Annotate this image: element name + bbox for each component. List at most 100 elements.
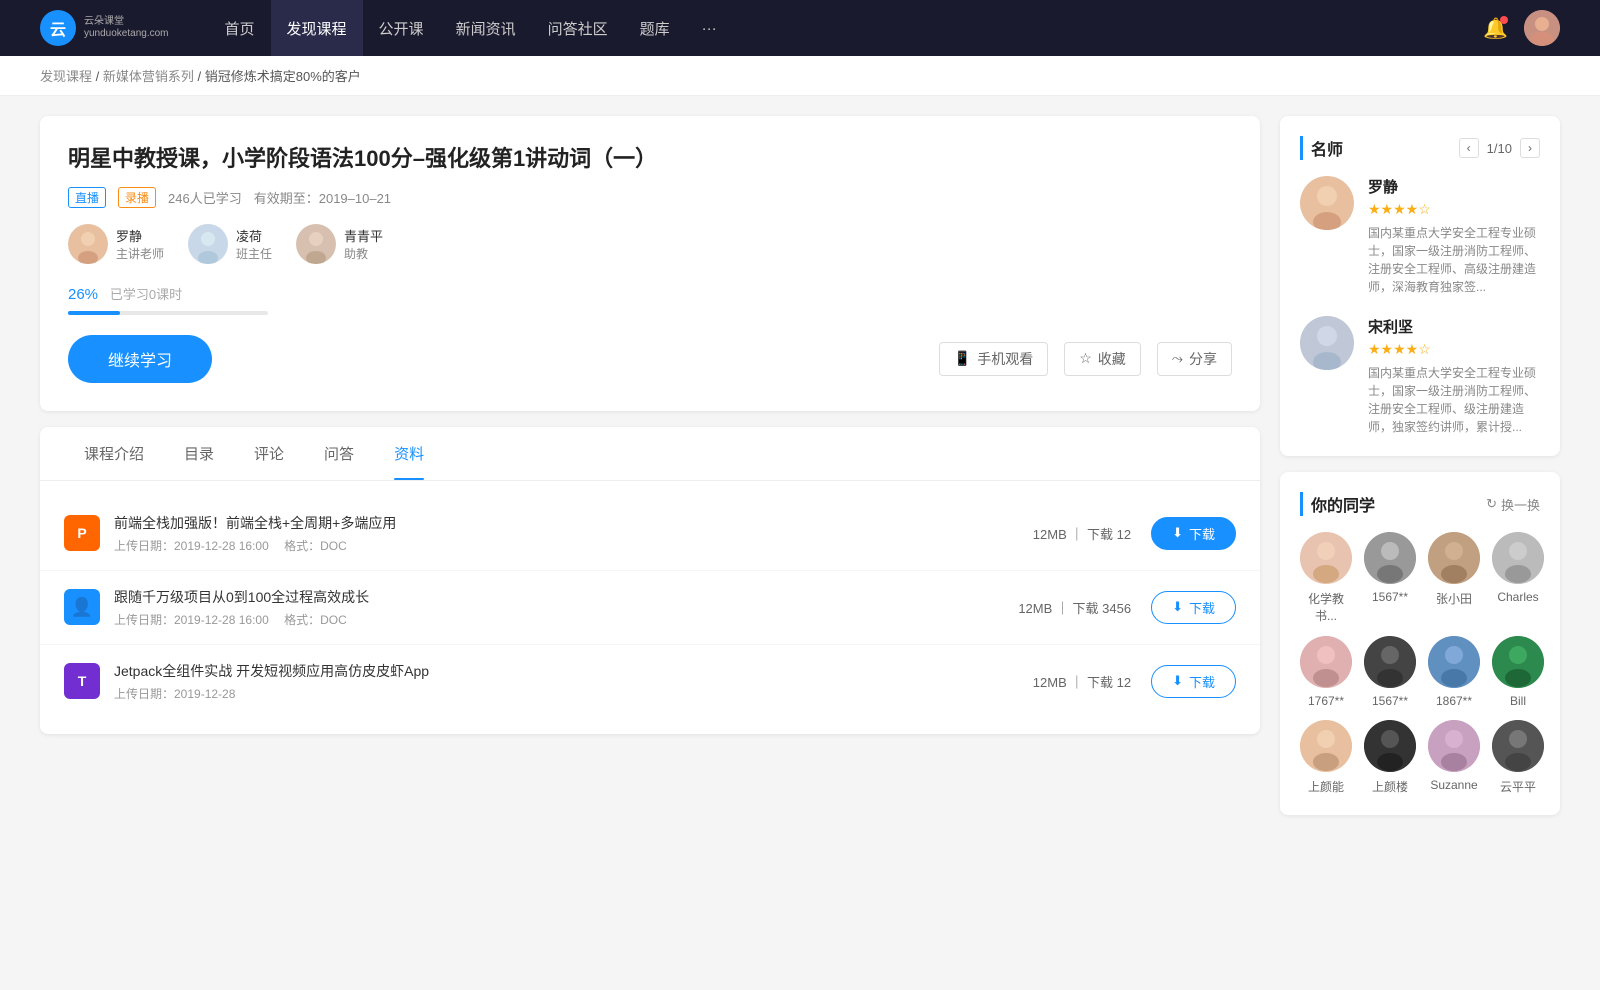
classmate-item[interactable]: 张小田 xyxy=(1428,532,1480,624)
classmate-item[interactable]: 化学教书... xyxy=(1300,532,1352,624)
nav-qa[interactable]: 问答社区 xyxy=(532,0,624,56)
classmates-title: 你的同学 xyxy=(1300,492,1375,516)
tag-live: 直播 xyxy=(68,187,106,208)
mobile-icon: 📱 xyxy=(954,350,971,367)
classmate-item[interactable]: 1567** xyxy=(1364,532,1416,624)
classmate-6-avatar xyxy=(1364,636,1416,688)
teachers-header: 名师 ‹ 1/10 › xyxy=(1300,136,1540,160)
teacher-2-desc: 国内某重点大学安全工程专业硕士，国家一级注册消防工程师、注册安全工程师、级注册建… xyxy=(1368,364,1540,436)
classmate-4-avatar xyxy=(1492,532,1544,584)
classmate-11-name: Suzanne xyxy=(1430,778,1477,792)
nav-more[interactable]: ··· xyxy=(686,0,733,56)
resource-3-icon: T xyxy=(64,663,100,699)
classmate-11-avatar xyxy=(1428,720,1480,772)
breadcrumb-current: 销冠修炼术搞定80%的客户 xyxy=(205,69,361,84)
tab-content-resources: P 前端全栈加强版！前端全栈+全周期+多端应用 上传日期：2019-12-28 … xyxy=(40,481,1260,734)
resource-1-download-btn[interactable]: ⬇ 下载 xyxy=(1151,517,1236,550)
resource-2-meta: 上传日期：2019-12-28 16:00 格式：DOC xyxy=(114,611,1018,628)
instructor-3-name: 青青平 xyxy=(344,226,383,245)
classmate-7-avatar xyxy=(1428,636,1480,688)
nav-news[interactable]: 新闻资讯 xyxy=(440,0,532,56)
download-icon: ⬇ xyxy=(1172,599,1183,615)
tab-resources[interactable]: 资料 xyxy=(374,427,444,480)
classmate-1-avatar xyxy=(1300,532,1352,584)
classmate-item[interactable]: 1867** xyxy=(1428,636,1480,708)
breadcrumb-series[interactable]: 新媒体营销系列 xyxy=(103,69,194,84)
breadcrumb-discover[interactable]: 发现课程 xyxy=(40,69,92,84)
instructor-1-avatar[interactable] xyxy=(68,224,108,264)
teacher-2-avatar[interactable] xyxy=(1300,316,1354,370)
tab-comments[interactable]: 评论 xyxy=(234,427,304,480)
navbar: 云 云朵课堂 yunduoketang.com 首页 发现课程 公开课 新闻资讯… xyxy=(0,0,1600,56)
teacher-1-avatar[interactable] xyxy=(1300,176,1354,230)
star-icon: ☆ xyxy=(1079,350,1092,367)
classmate-12-name: 云平平 xyxy=(1500,778,1536,795)
continue-btn[interactable]: 继续学习 xyxy=(68,335,212,383)
classmate-6-name: 1567** xyxy=(1372,694,1408,708)
resource-3-download-btn[interactable]: ⬇ 下载 xyxy=(1151,665,1236,698)
progress-sub: 已学习0课时 xyxy=(110,287,182,302)
resource-2-stats: 12MB ｜ 下载 3456 xyxy=(1018,598,1131,617)
teachers-title: 名师 xyxy=(1300,136,1343,160)
content-area: 明星中教授课，小学阶段语法100分–强化级第1讲动词（一） 直播 录播 246人… xyxy=(40,116,1260,831)
classmate-item[interactable]: 云平平 xyxy=(1492,720,1544,795)
resource-3-stats: 12MB ｜ 下载 12 xyxy=(1033,672,1131,691)
nav-public[interactable]: 公开课 xyxy=(363,0,440,56)
classmate-item[interactable]: 1567** xyxy=(1364,636,1416,708)
classmate-item[interactable]: 上颜楼 xyxy=(1364,720,1416,795)
instructor-2-role: 班主任 xyxy=(236,245,272,262)
logo-sub: yunduoketang.com xyxy=(84,28,169,40)
logo[interactable]: 云 云朵课堂 yunduoketang.com xyxy=(40,10,169,46)
tab-qa[interactable]: 问答 xyxy=(304,427,374,480)
classmates-grid: 化学教书... 1567** 张小田 xyxy=(1300,532,1540,795)
resource-2-download-btn[interactable]: ⬇ 下载 xyxy=(1151,591,1236,624)
tag-recorded: 录播 xyxy=(118,187,156,208)
pagination: ‹ 1/10 › xyxy=(1459,138,1540,158)
pagination-prev[interactable]: ‹ xyxy=(1459,138,1479,158)
nav-discover[interactable]: 发现课程 xyxy=(271,0,363,56)
progress-bar-bg xyxy=(68,311,268,315)
nav-items: 首页 发现课程 公开课 新闻资讯 问答社区 题库 ··· xyxy=(209,0,1484,56)
classmate-item[interactable]: 上颜能 xyxy=(1300,720,1352,795)
collect-btn[interactable]: ☆ 收藏 xyxy=(1064,342,1141,376)
progress-pct: 26% xyxy=(68,286,98,303)
share-btn[interactable]: ⤳ 分享 xyxy=(1157,342,1232,376)
classmate-7-name: 1867** xyxy=(1436,694,1472,708)
resource-1-icon: P xyxy=(64,515,100,551)
valid-period: 有效期至：2019–10–21 xyxy=(254,188,391,207)
instructor-2-name: 凌荷 xyxy=(236,226,272,245)
instructor-2-avatar[interactable] xyxy=(188,224,228,264)
notification-bell[interactable]: 🔔 xyxy=(1483,16,1508,41)
instructor-1: 罗静 主讲老师 xyxy=(68,224,164,264)
classmate-1-name: 化学教书... xyxy=(1300,590,1352,624)
nav-home[interactable]: 首页 xyxy=(209,0,271,56)
refresh-btn[interactable]: ↻ 换一换 xyxy=(1486,495,1540,514)
classmate-9-name: 上颜能 xyxy=(1308,778,1344,795)
pagination-next[interactable]: › xyxy=(1520,138,1540,158)
classmate-item[interactable]: Bill xyxy=(1492,636,1544,708)
nav-right: 🔔 xyxy=(1483,10,1560,46)
classmate-2-name: 1567** xyxy=(1372,590,1408,604)
instructor-1-role: 主讲老师 xyxy=(116,245,164,262)
instructor-3-avatar[interactable] xyxy=(296,224,336,264)
students-count: 246人已学习 xyxy=(168,188,242,207)
instructor-1-name: 罗静 xyxy=(116,226,164,245)
tab-catalog[interactable]: 目录 xyxy=(164,427,234,480)
course-card: 明星中教授课，小学阶段语法100分–强化级第1讲动词（一） 直播 录播 246人… xyxy=(40,116,1260,411)
classmate-item[interactable]: Suzanne xyxy=(1428,720,1480,795)
teacher-2-stars: ★★★★☆ xyxy=(1368,341,1540,358)
resource-1-stats: 12MB ｜ 下载 12 xyxy=(1033,524,1131,543)
classmate-3-name: 张小田 xyxy=(1436,590,1472,607)
mobile-view-btn[interactable]: 📱 手机观看 xyxy=(939,342,1048,376)
classmate-item[interactable]: Charles xyxy=(1492,532,1544,624)
classmate-3-avatar xyxy=(1428,532,1480,584)
classmate-12-avatar xyxy=(1492,720,1544,772)
logo-icon: 云 xyxy=(40,10,76,46)
tab-intro[interactable]: 课程介绍 xyxy=(64,427,164,480)
course-title: 明星中教授课，小学阶段语法100分–强化级第1讲动词（一） xyxy=(68,144,1232,175)
classmate-2-avatar xyxy=(1364,532,1416,584)
sidebar: 名师 ‹ 1/10 › 罗静 ★★★★☆ 国内某重点大学安全工程专业硕士，国家 xyxy=(1280,116,1560,831)
nav-questions[interactable]: 题库 xyxy=(624,0,686,56)
classmate-item[interactable]: 1767** xyxy=(1300,636,1352,708)
user-avatar[interactable] xyxy=(1524,10,1560,46)
